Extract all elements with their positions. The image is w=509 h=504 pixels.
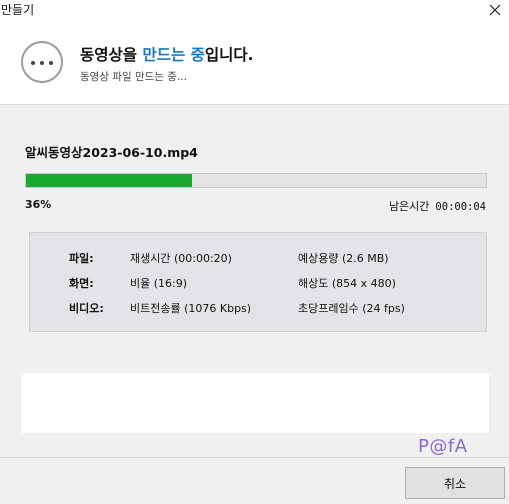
headline: 동영상을 만드는 중입니다. — [80, 43, 254, 65]
info-key: 비디오: — [69, 302, 104, 315]
cancel-button[interactable]: 취소 — [405, 467, 505, 499]
close-icon — [489, 4, 501, 16]
info-row-file: 파일: 재생시간 (00:00:20) 예상용량 (2.6 MB) — [30, 250, 486, 270]
progress-percent: 36% — [25, 198, 52, 211]
headline-suffix: 입니다. — [204, 46, 254, 64]
info-value: 재생시간 (00:00:20) — [130, 252, 232, 265]
info-row-video: 비디오: 비트전송률 (1076 Kbps) 초당프레임수 (24 fps) — [30, 300, 486, 320]
window-title: 만들기 — [1, 3, 35, 17]
watermark: P@fA — [418, 436, 468, 457]
info-value: 해상도 (854 x 480) — [298, 277, 396, 290]
remaining-time: 남은시간 00:00:04 — [389, 198, 486, 214]
info-value: 비트전송률 (1076 Kbps) — [130, 302, 252, 315]
headline-highlight: 만드는 중 — [142, 46, 205, 64]
close-button[interactable] — [481, 0, 509, 22]
header: 동영상을 만드는 중입니다. 동영상 파일 만드는 중... — [0, 22, 509, 105]
output-filename: 알씨동영상2023-06-10.mp4 — [25, 145, 198, 160]
subtext: 동영상 파일 만드는 중... — [80, 71, 187, 83]
info-key: 화면: — [69, 277, 94, 290]
title-bar: 만들기 — [0, 0, 509, 22]
info-value: 예상용량 (2.6 MB) — [298, 252, 389, 265]
main-panel: 알씨동영상2023-06-10.mp4 36% 남은시간 00:00:04 파일:… — [0, 105, 509, 457]
progress-fill — [26, 174, 192, 187]
info-value: 비율 (16:9) — [130, 277, 188, 290]
ellipsis-icon — [21, 41, 63, 83]
remaining-value: 00:00:04 — [435, 201, 486, 213]
info-row-screen: 화면: 비율 (16:9) 해상도 (854 x 480) — [30, 275, 486, 295]
progress-bar — [25, 173, 487, 188]
footer: 취소 — [0, 457, 509, 504]
info-panel: 파일: 재생시간 (00:00:20) 예상용량 (2.6 MB) 화면: 비율… — [29, 232, 487, 332]
headline-prefix: 동영상을 — [80, 46, 143, 64]
info-value: 초당프레임수 (24 fps) — [298, 302, 405, 315]
remaining-label: 남은시간 — [388, 200, 430, 213]
preview-area — [21, 373, 489, 433]
info-key: 파일: — [69, 252, 94, 265]
